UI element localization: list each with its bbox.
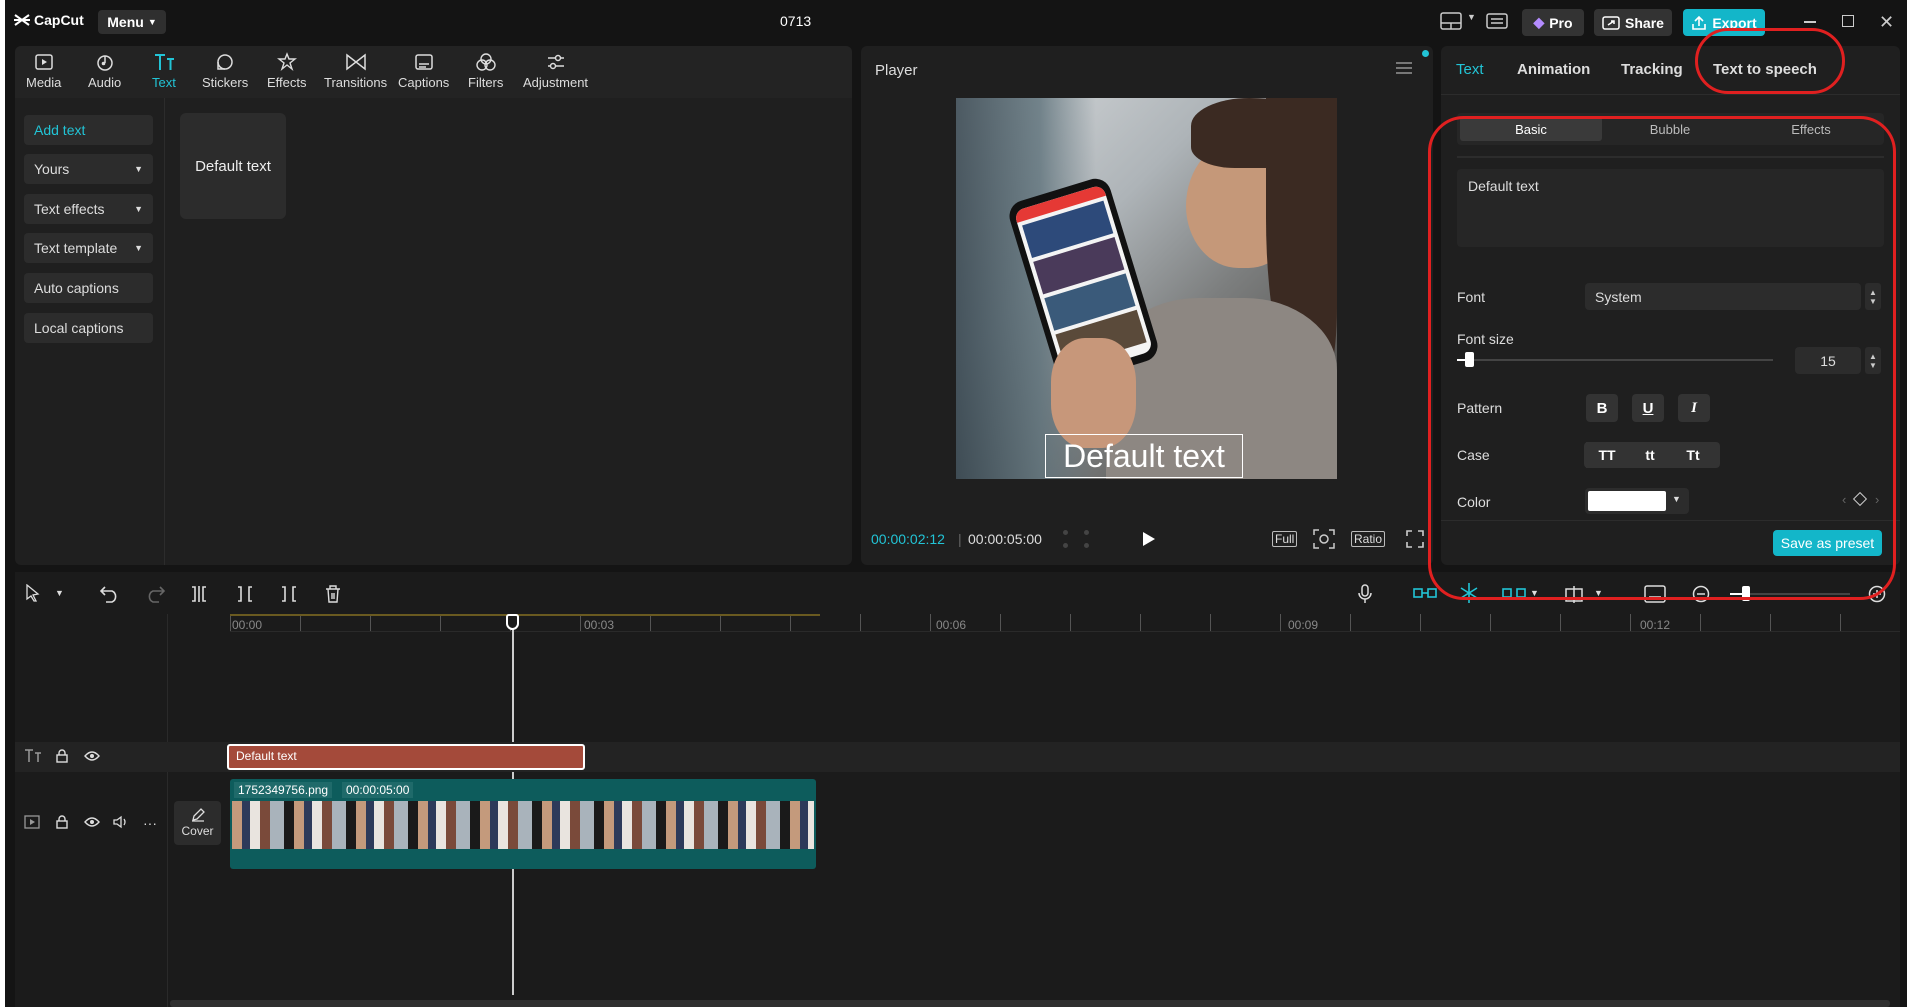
video-clip[interactable]: 1752349756.png 00:00:05:00 (230, 779, 816, 869)
minimize-icon[interactable] (1804, 21, 1816, 23)
capcut-logo-icon (14, 13, 30, 27)
cover-button[interactable]: Cover (174, 801, 221, 845)
player-title: Player (875, 62, 918, 79)
app-logo: CapCut (14, 12, 84, 28)
chevron-down-icon[interactable]: ▼ (1467, 12, 1476, 22)
redo-icon[interactable] (145, 585, 165, 603)
tool-transitions[interactable]: Transitions (324, 52, 387, 90)
sidebar-divider (164, 98, 165, 565)
media-icon (34, 52, 54, 72)
eye-icon[interactable] (84, 750, 100, 762)
audio-icon (95, 52, 115, 72)
ruler-label: 00:06 (936, 618, 967, 632)
full-button[interactable]: Full (1272, 531, 1298, 547)
sidebar-item-add-text[interactable]: Add text (24, 115, 153, 145)
sidebar-item-local-captions[interactable]: Local captions (24, 313, 153, 343)
keyboard-icon[interactable] (1486, 13, 1508, 29)
chevron-down-icon: ▼ (134, 164, 143, 174)
total-time: 00:00:05:00 (968, 531, 1042, 547)
ratio-button[interactable]: Ratio (1351, 531, 1386, 547)
clip-duration: 00:00:05:00 (342, 782, 414, 798)
tool-text[interactable]: Text (152, 52, 176, 90)
play-button[interactable] (1142, 531, 1156, 547)
share-icon (1602, 15, 1620, 30)
sidebar-item-auto-captions[interactable]: Auto captions (24, 273, 153, 303)
project-title: 0713 (780, 13, 812, 29)
chevron-down-icon: ▼ (134, 243, 143, 253)
maximize-icon[interactable] (1842, 15, 1854, 27)
annotation-outline (1428, 116, 1896, 600)
pro-button[interactable]: ◆ Pro (1522, 9, 1584, 36)
text-track-icon (24, 749, 42, 763)
sidebar-item-text-template[interactable]: Text template ▼ (24, 233, 153, 263)
tool-media[interactable]: Media (26, 52, 61, 90)
menu-button[interactable]: Menu ▼ (98, 10, 166, 34)
delete-icon[interactable] (325, 585, 341, 603)
ruler-label: 00:03 (584, 618, 615, 632)
split-icon[interactable] (190, 585, 208, 603)
trim-right-icon[interactable] (280, 585, 298, 603)
text-clip[interactable]: Default text (227, 744, 585, 770)
clip-filename: 1752349756.png (234, 782, 333, 798)
transitions-icon (345, 52, 367, 72)
tab-tracking[interactable]: Tracking (1621, 61, 1683, 78)
trim-left-icon[interactable] (236, 585, 254, 603)
diamond-icon: ◆ (1533, 14, 1545, 30)
microphone-icon[interactable] (1358, 584, 1372, 604)
annotation-circle (1695, 28, 1845, 94)
select-tool-icon[interactable] (26, 584, 40, 602)
clip-thumbnails (232, 801, 814, 849)
undo-icon[interactable] (100, 585, 120, 603)
current-time: 00:00:02:12 (871, 531, 945, 547)
playhead-handle[interactable] (506, 614, 519, 630)
tab-animation[interactable]: Animation (1517, 61, 1590, 78)
chevron-down-icon: ▼ (134, 204, 143, 214)
zoom-fit-icon[interactable] (1313, 529, 1335, 549)
sidebar-item-yours[interactable]: Yours ▼ (24, 154, 153, 184)
default-text-card[interactable]: Default text (180, 113, 286, 219)
ruler-label: 00:09 (1288, 618, 1319, 632)
volume-icon[interactable] (113, 815, 129, 829)
link-clips-icon[interactable] (1413, 585, 1437, 601)
tool-effects[interactable]: Effects (267, 52, 307, 90)
video-track-icon (24, 815, 40, 829)
upload-icon (1691, 15, 1707, 31)
ruler-label: 00:00 (232, 618, 263, 632)
tool-captions[interactable]: Captions (398, 52, 449, 90)
hamburger-icon[interactable] (1396, 62, 1412, 74)
video-preview[interactable]: Default text (956, 98, 1337, 479)
horizontal-scrollbar[interactable] (170, 1000, 1890, 1007)
layout-icon[interactable] (1440, 12, 1462, 30)
fullscreen-icon[interactable] (1406, 530, 1424, 548)
chevron-down-icon[interactable]: ▼ (55, 588, 64, 598)
filters-icon (475, 52, 497, 72)
share-button[interactable]: Share (1594, 9, 1672, 36)
status-dot (1422, 50, 1429, 57)
captions-icon (414, 52, 434, 72)
lock-icon[interactable] (56, 815, 68, 829)
tool-filters[interactable]: Filters (468, 52, 503, 90)
effects-icon (276, 52, 297, 72)
tool-adjustment[interactable]: Adjustment (523, 52, 588, 90)
tool-audio[interactable]: Audio (88, 52, 121, 90)
ruler-label: 00:12 (1640, 618, 1671, 632)
edit-icon (191, 808, 205, 822)
text-icon (153, 52, 175, 72)
sidebar-item-text-effects[interactable]: Text effects ▼ (24, 194, 153, 224)
close-icon[interactable]: ✕ (1879, 12, 1894, 33)
stickers-icon (215, 52, 235, 72)
adjustment-icon (546, 52, 566, 72)
tool-stickers[interactable]: Stickers (202, 52, 248, 90)
chevron-down-icon: ▼ (147, 17, 157, 27)
waveform-icon[interactable] (1063, 530, 1089, 548)
eye-icon[interactable] (84, 816, 100, 828)
video-text-overlay[interactable]: Default text (1045, 434, 1243, 478)
more-icon[interactable]: ··· (143, 815, 157, 831)
tab-text[interactable]: Text (1456, 61, 1484, 78)
lock-icon[interactable] (56, 749, 68, 763)
